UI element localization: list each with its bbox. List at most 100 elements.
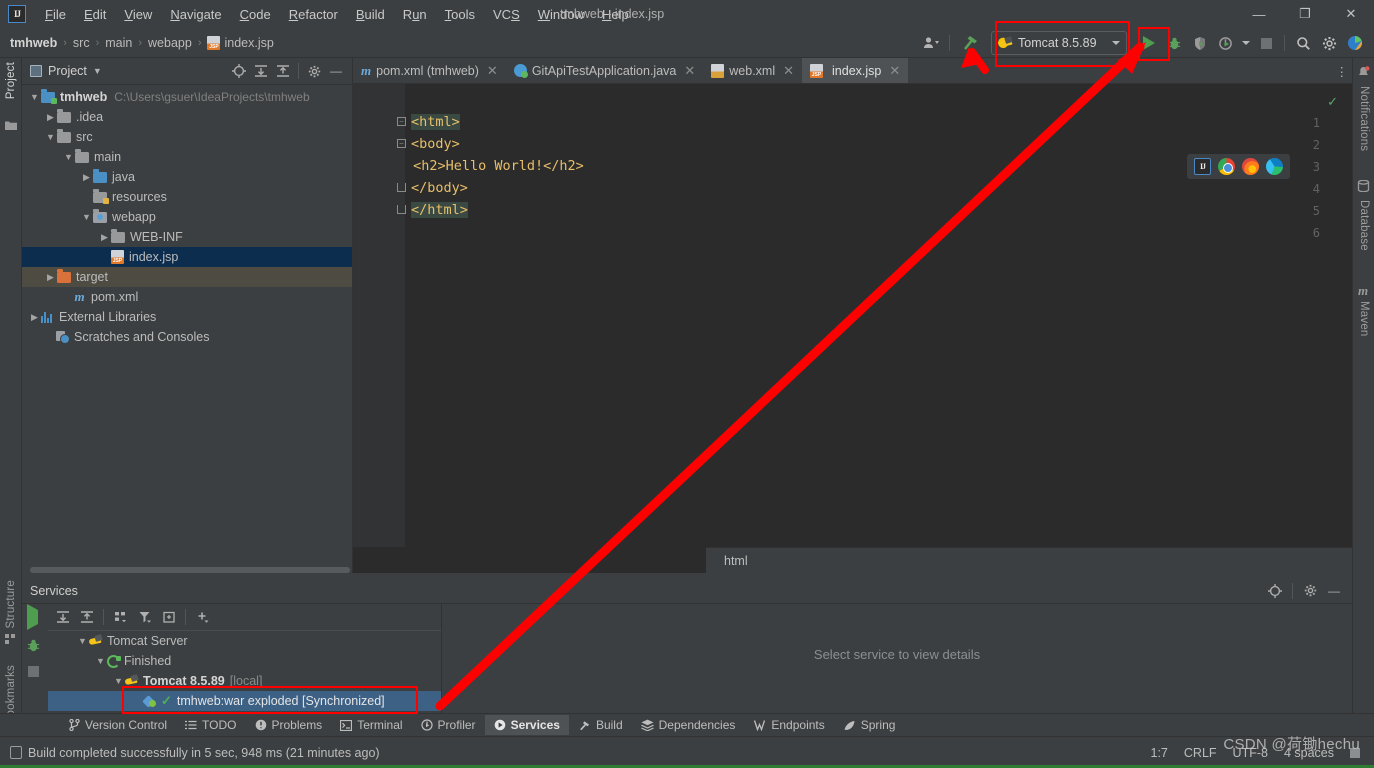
chevron-right-icon[interactable]: ▶ — [80, 172, 93, 183]
line-separator[interactable]: CRLF — [1184, 746, 1217, 760]
tree-node-idea[interactable]: ▶ .idea — [22, 107, 352, 127]
tool-window-spring[interactable]: Spring — [834, 715, 905, 735]
services-node-finished[interactable]: ▼ Finished — [48, 651, 441, 671]
chrome-browser-icon[interactable] — [1218, 158, 1235, 175]
build-hammer-icon[interactable] — [955, 30, 985, 56]
tab-index-jsp[interactable]: index.jsp ✕ — [802, 58, 909, 83]
chevron-right-icon[interactable]: ▶ — [44, 112, 57, 123]
menu-item-window[interactable]: Window — [529, 3, 593, 26]
tool-window-endpoints[interactable]: Endpoints — [744, 715, 833, 735]
tool-window-terminal[interactable]: Terminal — [331, 715, 411, 735]
menu-item-edit[interactable]: Edit — [75, 3, 115, 26]
menu-item-build[interactable]: Build — [347, 3, 394, 26]
services-run-button[interactable] — [27, 604, 38, 630]
services-node-tomcat-server[interactable]: ▼ Tomcat Server — [48, 631, 441, 651]
maximize-button[interactable]: ❐ — [1282, 0, 1328, 28]
tree-node-pom-xml[interactable]: ▶ m pom.xml — [22, 287, 352, 307]
filter-icon[interactable] — [134, 607, 155, 628]
breadcrumb-html[interactable]: html — [724, 554, 748, 568]
fold-marker-icon[interactable]: − — [397, 139, 406, 148]
tree-node-web-inf[interactable]: ▶ WEB-INF — [22, 227, 352, 247]
services-debug-button[interactable] — [26, 638, 41, 656]
tool-window-services[interactable]: Services — [484, 715, 569, 735]
group-by-icon[interactable] — [110, 607, 131, 628]
collapse-all-icon[interactable] — [273, 61, 293, 81]
menu-item-vcs[interactable]: VCS — [484, 3, 529, 26]
chevron-down-icon[interactable]: ▼ — [28, 92, 41, 102]
menu-item-run[interactable]: Run — [394, 3, 436, 26]
tool-window-todo[interactable]: TODO — [176, 715, 245, 735]
breadcrumb-tmhweb[interactable]: tmhweb — [10, 36, 57, 50]
sidebar-tab-project[interactable]: Project — [5, 62, 17, 99]
hide-panel-icon[interactable]: — — [1324, 581, 1344, 601]
profile-button[interactable] — [1213, 30, 1239, 56]
chevron-down-icon[interactable]: ▼ — [80, 212, 93, 222]
menu-item-view[interactable]: View — [115, 3, 161, 26]
sidebar-tab-database[interactable]: Database — [1358, 200, 1370, 251]
chevron-down-icon[interactable]: ▼ — [112, 676, 125, 686]
breadcrumb-index-jsp[interactable]: index.jsp — [224, 36, 273, 50]
chevron-down-icon[interactable]: ▼ — [76, 636, 89, 646]
tree-node-external-libraries[interactable]: ▶ External Libraries — [22, 307, 352, 327]
sidebar-tab-structure[interactable]: Structure — [5, 580, 17, 628]
chevron-right-icon[interactable]: ▶ — [44, 272, 57, 283]
menu-item-tools[interactable]: Tools — [436, 3, 484, 26]
tree-node-target[interactable]: ▶ target — [22, 267, 352, 287]
select-opened-file-icon[interactable] — [229, 61, 249, 81]
gear-icon[interactable] — [304, 61, 324, 81]
services-node-tomcat-8589[interactable]: ▼ Tomcat 8.5.89 [local] — [48, 671, 441, 691]
search-everywhere-icon[interactable] — [1290, 30, 1316, 56]
firefox-browser-icon[interactable] — [1242, 158, 1259, 175]
tree-node-index-jsp[interactable]: ▶ index.jsp — [22, 247, 352, 267]
close-icon[interactable]: ✕ — [889, 63, 900, 79]
run-button[interactable] — [1137, 30, 1161, 56]
collapse-all-icon[interactable] — [76, 607, 97, 628]
menu-item-navigate[interactable]: Navigate — [161, 3, 230, 26]
menu-item-code[interactable]: Code — [231, 3, 280, 26]
run-configuration-selector[interactable]: Tomcat 8.5.89 — [991, 31, 1127, 55]
breadcrumb-src[interactable]: src — [73, 36, 90, 50]
services-stop-button[interactable] — [28, 666, 39, 677]
debug-button[interactable] — [1161, 30, 1187, 56]
indent-setting[interactable]: 4 spaces — [1284, 746, 1334, 760]
fold-marker-icon[interactable] — [397, 183, 406, 192]
menu-item-file[interactable]: File — [36, 3, 75, 26]
menu-item-help[interactable]: Help — [593, 3, 638, 26]
fold-marker-icon[interactable]: − — [397, 117, 406, 126]
chevron-right-icon[interactable]: ▶ — [98, 232, 111, 243]
chevron-down-icon[interactable]: ▼ — [93, 66, 102, 76]
menu-item-refactor[interactable]: Refactor — [280, 3, 347, 26]
chevron-right-icon[interactable]: ▶ — [28, 312, 41, 323]
tool-window-build[interactable]: Build — [569, 715, 632, 735]
chevron-down-icon[interactable]: ▼ — [44, 132, 57, 142]
stop-button[interactable] — [1253, 30, 1279, 56]
services-node-tmhweb-war[interactable]: ✓ tmhweb:war exploded [Synchronized] — [48, 691, 441, 711]
tree-node-tmhweb[interactable]: ▼ tmhweb C:\Users\gsuer\IdeaProjects\tmh… — [22, 87, 352, 107]
tree-node-webapp[interactable]: ▼ webapp — [22, 207, 352, 227]
tool-window-profiler[interactable]: Profiler — [412, 715, 485, 735]
inspection-status-icon[interactable]: ✓ — [1327, 94, 1338, 110]
caret-position[interactable]: 1:7 — [1151, 746, 1168, 760]
account-icon[interactable] — [918, 30, 944, 56]
sidebar-tab-maven[interactable]: Maven — [1358, 301, 1370, 337]
intellij-browser-icon[interactable]: IJ — [1194, 158, 1211, 175]
breadcrumb-main[interactable]: main — [105, 36, 132, 50]
memory-indicator-icon[interactable] — [1350, 747, 1360, 758]
file-encoding[interactable]: UTF-8 — [1233, 746, 1268, 760]
tree-node-resources[interactable]: ▶ resources — [22, 187, 352, 207]
tool-window-version-control[interactable]: Version Control — [60, 715, 176, 735]
close-icon[interactable]: ✕ — [783, 63, 794, 79]
gear-icon[interactable] — [1300, 581, 1320, 601]
tab-gitapitestapplication-java[interactable]: GitApiTestApplication.java ✕ — [506, 58, 703, 83]
run-with-coverage-button[interactable] — [1187, 30, 1213, 56]
tree-node-src[interactable]: ▼ src — [22, 127, 352, 147]
edge-browser-icon[interactable] — [1266, 158, 1283, 175]
add-service-icon[interactable] — [192, 607, 213, 628]
profile-dropdown-icon[interactable] — [1239, 30, 1253, 56]
code-editor[interactable]: 1 2 3 4 5 6 − − <html> <body> <h2>Hello … — [353, 84, 1352, 547]
expand-all-icon[interactable] — [251, 61, 271, 81]
settings-gear-icon[interactable] — [1316, 30, 1342, 56]
target-locate-icon[interactable] — [1265, 581, 1285, 601]
fold-marker-icon[interactable] — [397, 205, 406, 214]
tool-window-dependencies[interactable]: Dependencies — [632, 715, 745, 735]
